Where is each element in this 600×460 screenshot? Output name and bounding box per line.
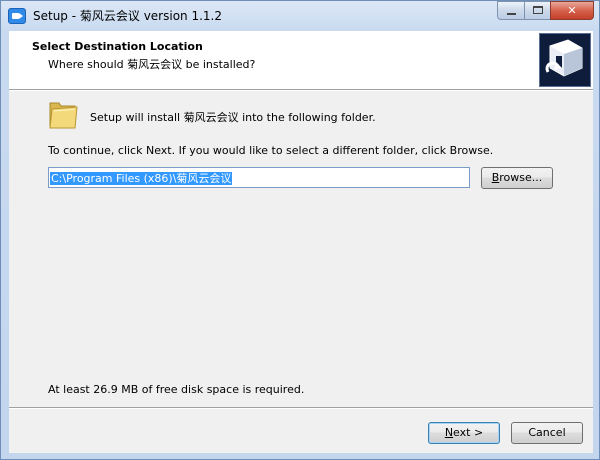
cancel-button[interactable]: Cancel xyxy=(511,422,583,444)
minimize-button[interactable] xyxy=(497,1,525,20)
window-title: Setup - 菊风云会议 version 1.1.2 xyxy=(33,9,223,23)
close-icon: ✕ xyxy=(567,4,577,17)
next-button-access-key: N xyxy=(444,426,454,439)
minimize-icon xyxy=(507,13,516,15)
next-button[interactable]: Next > xyxy=(428,422,500,444)
setup-window: Setup - 菊风云会议 version 1.1.2 ✕ Select Des… xyxy=(0,0,600,460)
header-divider xyxy=(9,89,593,91)
footer-divider xyxy=(9,407,593,409)
page-title: Select Destination Location xyxy=(32,40,203,53)
app-logo-icon xyxy=(8,8,26,24)
title-bar[interactable]: Setup - 菊风云会议 version 1.1.2 ✕ xyxy=(1,1,599,31)
next-button-label: ext > xyxy=(453,426,484,439)
instructions-text: To continue, click Next. If you would li… xyxy=(48,144,494,157)
wizard-client-area: Select Destination Location Where should… xyxy=(9,31,593,453)
browse-button-label: rowse... xyxy=(499,171,543,184)
install-info-text: Setup will install 菊风云会议 into the follow… xyxy=(90,111,376,124)
folder-icon xyxy=(47,97,79,131)
browse-button[interactable]: Browse... xyxy=(481,167,553,189)
disk-space-text: At least 26.9 MB of free disk space is r… xyxy=(48,383,305,396)
page-subtitle: Where should 菊风云会议 be installed? xyxy=(48,58,256,71)
wizard-header: Select Destination Location Where should… xyxy=(9,31,593,89)
maximize-icon xyxy=(533,6,543,14)
maximize-button[interactable] xyxy=(524,1,551,20)
setup-wizard-icon xyxy=(539,33,591,87)
destination-path-value: C:\Program Files (x86)\菊风云会议 xyxy=(50,172,233,185)
close-button[interactable]: ✕ xyxy=(550,1,594,20)
destination-path-input[interactable]: C:\Program Files (x86)\菊风云会议 xyxy=(48,167,470,188)
